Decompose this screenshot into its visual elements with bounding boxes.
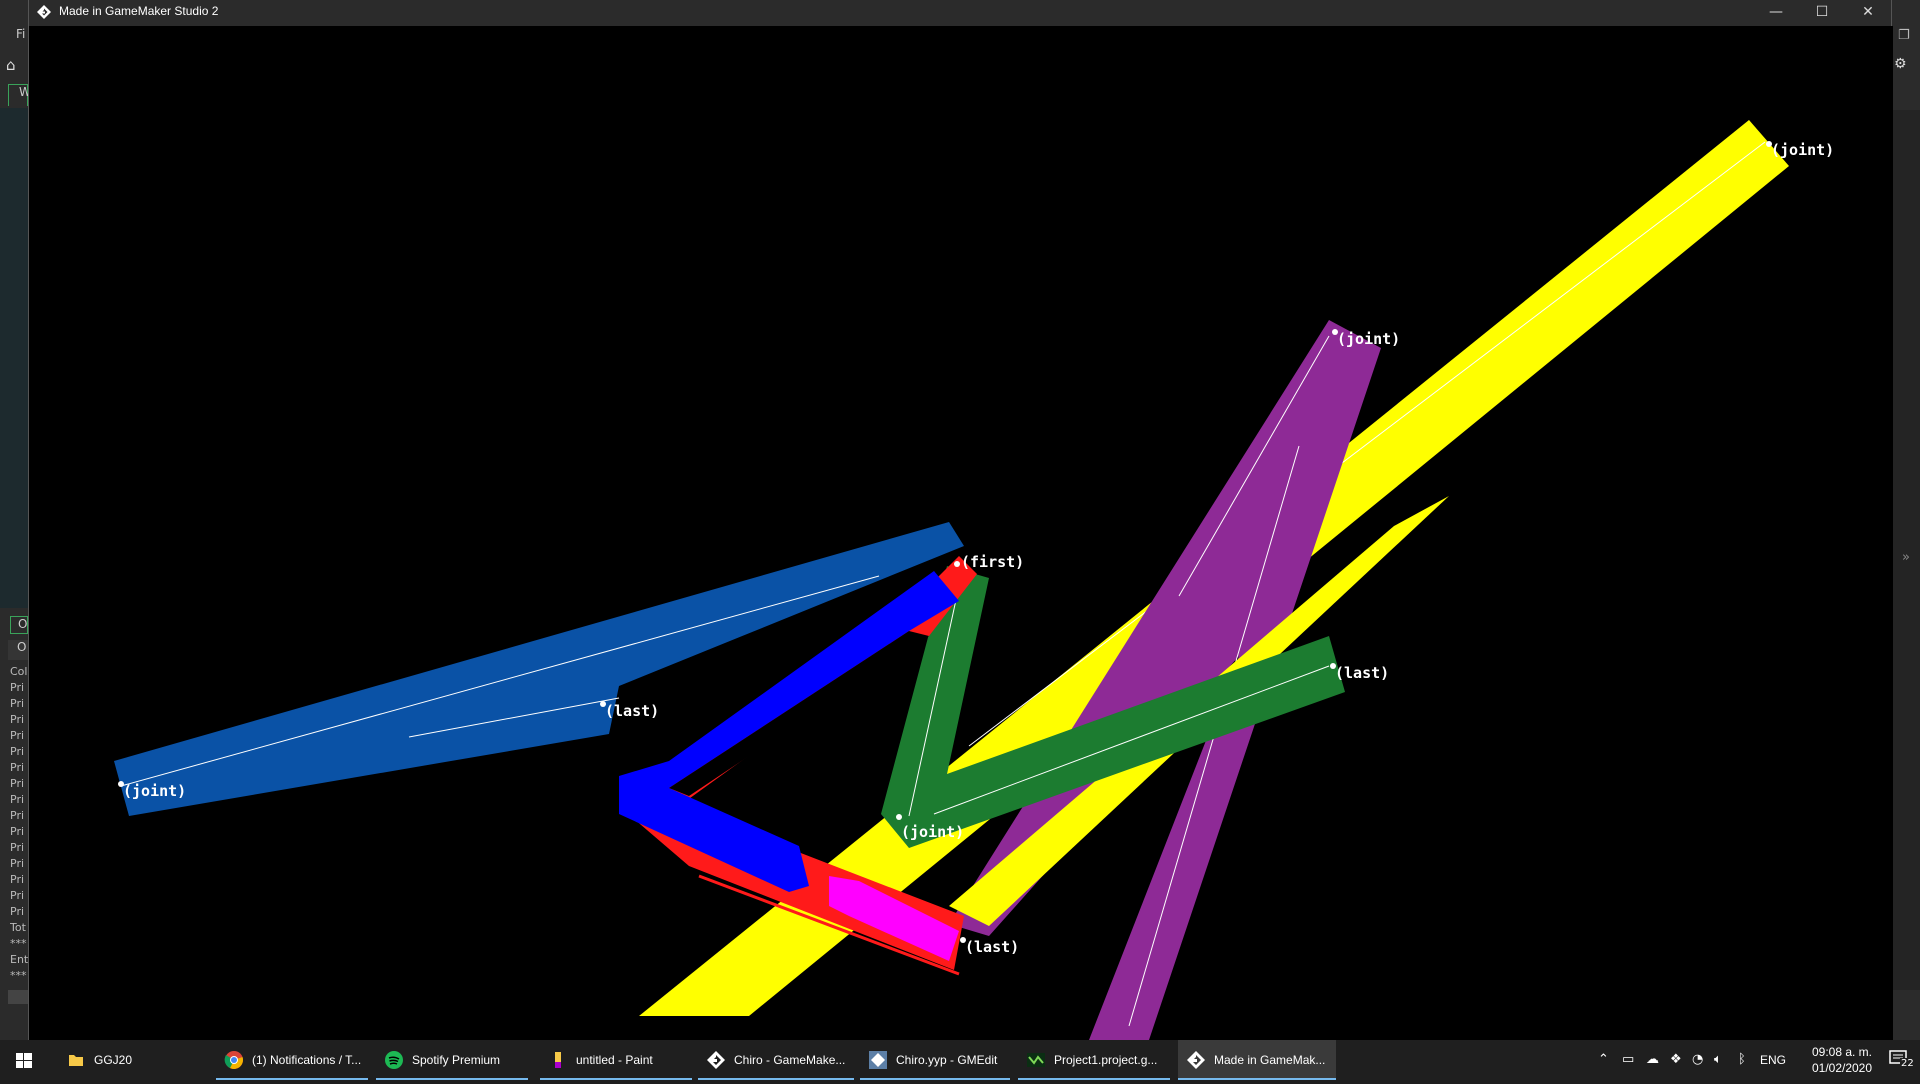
taskbar-item-label: GGJ20 [94,1053,133,1067]
taskbar-item-game-window[interactable]: Made in GameMak... [1178,1040,1336,1080]
cloud-icon[interactable]: ☁ [1646,1052,1659,1068]
spotify-icon [385,1051,403,1069]
gamemaker-icon [707,1051,725,1069]
ide-output-line: Pri [10,889,25,902]
ide-output-line: Col [10,665,28,678]
taskbar-item-project[interactable]: Project1.project.g... [1018,1040,1170,1080]
taskbar-item-label: Made in GameMak... [1214,1053,1326,1067]
ide-output-line: Pri [10,857,25,870]
taskbar: GGJ20 (1) Notifications / T... Spotify P… [0,1040,1920,1080]
taskbar-item-label: Chiro.yyp - GMEdit [896,1053,998,1067]
windows-icon [16,1053,32,1068]
ide-output-line: Pri [10,697,25,710]
ide-output-line: Pri [10,793,25,806]
ide-output-line: Pri [10,825,25,838]
taskbar-item-label: (1) Notifications / T... [252,1053,362,1067]
ide-output-line: Pri [10,905,25,918]
taskbar-item-label: Spotify Premium [412,1053,501,1067]
label-lightblue-joint: (joint) [123,782,186,800]
close-button[interactable]: ✕ [1845,0,1891,26]
label-blue-first: (first) [961,553,1024,571]
ide-output-line: Pri [10,681,25,694]
gamemaker-icon [1187,1051,1205,1069]
ide-file-menu[interactable]: Fi [16,27,25,41]
label-lightblue-last: (last) [605,702,659,720]
network-icon[interactable]: ◔ [1692,1052,1703,1068]
paint-icon [555,1052,561,1068]
game-window: Made in GameMaker Studio 2 — ☐ ✕ (joint)… [28,0,1893,1040]
ide-workspace-tab[interactable]: W [8,84,31,106]
ide-output-tab-2[interactable]: O [8,640,28,660]
gear-icon[interactable]: ⚙ [1894,56,1907,72]
taskbar-item-label: Chiro - GameMake... [734,1053,846,1067]
chevron-up-icon[interactable]: ⌃ [1598,1052,1609,1068]
taskbar-item-spotify[interactable]: Spotify Premium [376,1040,528,1080]
joint-dot [896,814,902,820]
gamemaker-icon [37,5,51,19]
ide-output-line: Pri [10,729,25,742]
folder-icon [69,1055,83,1066]
volume-icon[interactable]: 🔈︎ [1714,1052,1722,1068]
clock-time: 09:08 a. m. [1811,1045,1873,1059]
ide-output-line: Pri [10,745,25,758]
home-icon[interactable]: ⌂ [6,56,24,74]
notification-count: 22 [1900,1058,1915,1069]
ide-output-line: Pri [10,761,25,774]
ide-workspace-area [0,108,28,608]
joint-dot [954,561,960,567]
system-tray: ⌃ ▭ ☁ ❖ ◔ 🔈︎ ᛒ ENG 09:08 a. m. 01/02/202… [1590,1040,1920,1080]
label-yellow-joint: (joint) [1771,141,1834,159]
clock-date: 01/02/2020 [1811,1061,1873,1075]
chevron-right-icon[interactable]: » [1902,550,1910,565]
ide-scrollbar[interactable] [8,990,28,1004]
game-viewport[interactable]: (joint) (joint) (first) (last) (last) (j… [29,26,1893,1040]
dropbox-icon[interactable]: ❖ [1670,1052,1682,1068]
label-blue-last: (last) [965,938,1019,956]
gmedit-icon [869,1051,887,1069]
ide-left-edge: Fi ⌂ W O O Col Pri Pri Pri Pri Pri Pri P… [0,0,31,1040]
ide-output-log: Col Pri Pri Pri Pri Pri Pri Pri Pri Pri … [10,664,28,984]
clock[interactable]: 09:08 a. m. 01/02/2020 [1802,1044,1882,1076]
taskbar-item-ggj20[interactable]: GGJ20 [58,1040,214,1080]
label-purple-joint: (joint) [1337,330,1400,348]
ide-output-line: *** [10,937,27,950]
language-indicator[interactable]: ENG [1760,1040,1786,1080]
chrome-icon [224,1051,243,1069]
title-bar[interactable]: Made in GameMaker Studio 2 — ☐ ✕ [29,0,1891,26]
ide-output-line: Pri [10,713,25,726]
taskbar-item-chrome[interactable]: (1) Notifications / T... [216,1040,368,1080]
ide-output-line: Pri [10,777,25,790]
yellow-limb-bone [968,141,1766,747]
bluetooth-icon[interactable]: ᛒ [1738,1052,1746,1068]
ide-right-edge: ❐ ⚙ » [1892,0,1920,1040]
taskbar-item-paint[interactable]: untitled - Paint [540,1040,692,1080]
ide-output-line: Pri [10,841,25,854]
action-center-button[interactable]: 22 [1888,1048,1915,1072]
ide-output-line: Ent [10,953,28,966]
project-icon [1027,1053,1045,1067]
taskbar-item-label: untitled - Paint [576,1053,653,1067]
ide-output-tab[interactable]: O [10,616,28,634]
window-icon[interactable]: ❐ [1898,28,1910,43]
label-green-joint: (joint) [901,823,964,841]
ide-output-line: Pri [10,809,25,822]
black-gap [669,631,929,796]
taskbar-item-gamemaker[interactable]: Chiro - GameMake... [698,1040,854,1080]
maximize-button[interactable]: ☐ [1799,0,1845,26]
label-green-last: (last) [1335,664,1389,682]
minimize-button[interactable]: — [1753,0,1799,26]
game-canvas: (joint) (joint) (first) (last) (last) (j… [114,120,1834,1040]
taskbar-item-label: Project1.project.g... [1054,1053,1158,1067]
battery-icon[interactable]: ▭ [1622,1052,1634,1068]
ide-output-line: Pri [10,873,25,886]
ide-output-line: *** [10,969,27,982]
window-title: Made in GameMaker Studio 2 [59,4,219,18]
taskbar-item-gmedit[interactable]: Chiro.yyp - GMEdit [860,1040,1010,1080]
ide-output-line: Tot [10,921,26,934]
start-button[interactable] [0,1040,48,1080]
lightblue-limb-bone [120,575,880,787]
